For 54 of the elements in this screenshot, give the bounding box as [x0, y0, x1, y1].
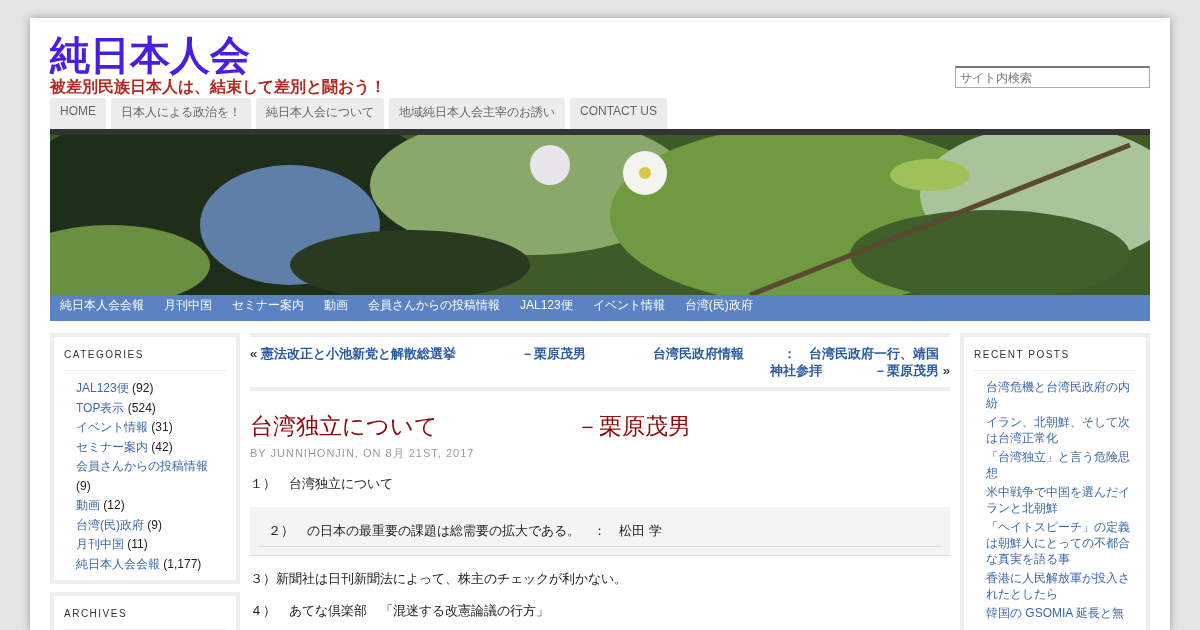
next-mark: » [942, 362, 950, 379]
category-link[interactable]: セミナー案内 [76, 439, 148, 454]
category-menu-item[interactable]: 動画 [314, 291, 358, 321]
widget-title: CATEGORIES [64, 345, 226, 371]
previous-post-link[interactable]: 憲法改正と小池新党と解散総選挙 －栗原茂男 [260, 346, 586, 361]
search-field[interactable]: サイト内検索 [955, 66, 1150, 88]
category-link[interactable]: 月刊中国 [76, 537, 124, 551]
category-count: (9) [147, 517, 162, 532]
recent-post-link[interactable]: 韓国の GSOMIA 延長と無 [986, 605, 1136, 621]
category-count: (1,177) [163, 556, 202, 571]
prev-mark: « [250, 346, 258, 361]
category-count: (42) [151, 439, 173, 454]
category-link[interactable]: 会員さんからの投稿情報 [76, 459, 208, 473]
next-post-link[interactable]: 台湾民政府情報 ： 台湾民政府一行、靖国神社参拝 －栗原茂男 [645, 345, 939, 379]
menu-tab[interactable]: CONTACT US [570, 98, 667, 129]
recent-post-link[interactable]: 香港に人民解放軍が投入されたとしたら [986, 570, 1136, 602]
category-count: (11) [127, 537, 148, 551]
menu-tab[interactable]: 日本人による政治を！ [111, 98, 251, 129]
recent-post-link[interactable]: イラン、北朝鮮、そして次は台湾正常化 [986, 414, 1136, 446]
menu-tab[interactable]: HOME [50, 98, 106, 129]
paragraph: ４） あてな倶楽部 「混迷する改憲論議の行方」 [250, 602, 550, 620]
category-menu-item[interactable]: セミナー案内 [222, 291, 314, 321]
recent-post-link[interactable]: 米中戦争で中国を選んだイランと北朝鮮 [986, 484, 1136, 516]
site-tagline: 被差別民族日本人は、結束して差別と闘おう！ [50, 78, 386, 96]
category-link[interactable]: イベント情報 [76, 420, 148, 434]
category-count: (92) [132, 381, 154, 395]
category-count: (524) [127, 400, 156, 415]
paragraph: １） 台湾独立について [250, 475, 394, 493]
category-menu-item[interactable]: 台湾(民)政府 [674, 291, 763, 321]
category-link[interactable]: TOP表示 [76, 400, 125, 415]
paragraph: ３）新聞社は日刊新聞法によって、株主のチェックが利かない。 [250, 570, 628, 588]
category-link[interactable]: JAL123便 [76, 381, 129, 395]
recent-post-link[interactable]: 「台湾独立」と言う危険思想 [986, 449, 1136, 481]
site-title[interactable]: 純日本人会 [50, 32, 386, 78]
recent-post-link[interactable]: 台湾危機と台湾民政府の内紛 [986, 379, 1136, 411]
blockquote: ２） の日本の最重要の課題は総需要の拡大である。 ： 松田 学 [250, 507, 950, 556]
category-menu-item[interactable]: イベント情報 [582, 291, 675, 321]
category-menu-item[interactable]: 会員さんからの投稿情報 [358, 291, 510, 321]
recent-post-link[interactable]: 「ヘイトスピーチ」の定義は朝鮮人にとっての不都合な真実を語る事 [986, 519, 1136, 567]
category-menu-item[interactable]: 純日本人会会報 [50, 291, 154, 321]
category-count: (31) [151, 420, 173, 434]
category-link[interactable]: 台湾(民)政府 [76, 517, 144, 532]
post-title: 台湾独立について －栗原茂男 [250, 412, 692, 441]
category-count: (9) [76, 478, 91, 493]
category-link[interactable]: 純日本人会会報 [76, 556, 160, 571]
category-count: (12) [103, 498, 125, 512]
widget-title: ARCHIVES [64, 604, 226, 630]
widget-title: RECENT POSTS [974, 345, 1136, 371]
category-link[interactable]: 動画 [76, 498, 100, 512]
post-meta: BY JUNNIHONJIN, ON 8月 21ST, 2017 [250, 446, 476, 461]
menu-tab[interactable]: 地域純日本人会主宰のお誘い [389, 98, 565, 129]
menu-tab[interactable]: 純日本人会について [256, 98, 384, 129]
category-menu-item[interactable]: 月刊中国 [154, 291, 222, 321]
category-menu-item[interactable]: JAL123便 [510, 291, 583, 321]
